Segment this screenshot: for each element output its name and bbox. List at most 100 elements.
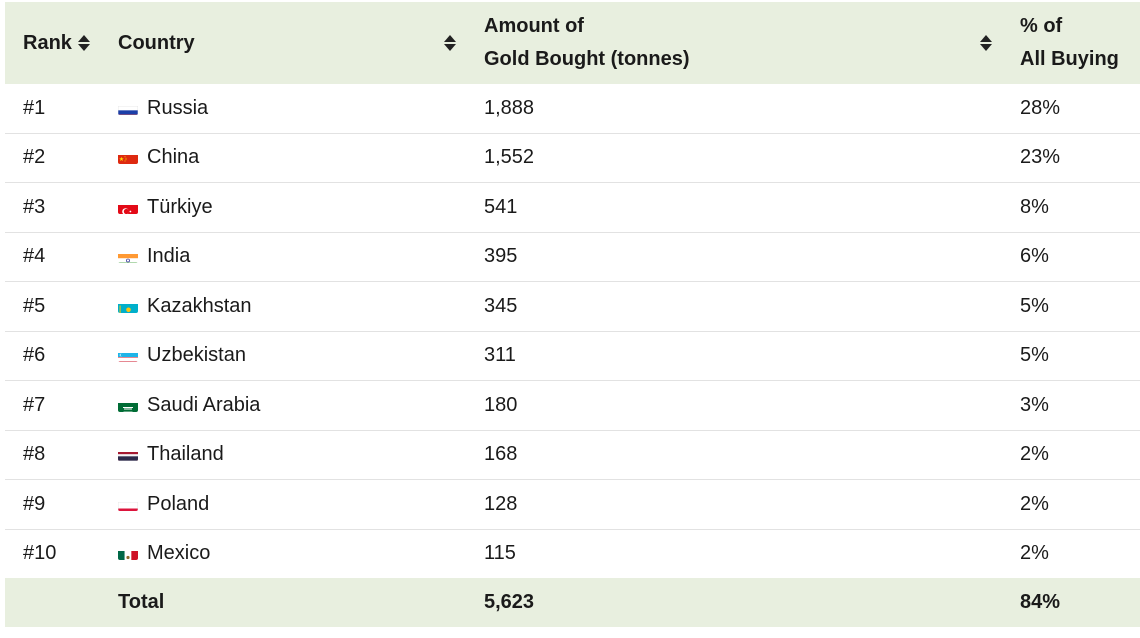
mexico-flag-icon	[118, 547, 138, 561]
country-name: Kazakhstan	[147, 294, 252, 317]
amount-cell: 345	[466, 281, 1002, 332]
rank-cell: #3	[5, 182, 100, 233]
country-cell: Thailand	[100, 430, 466, 480]
country-name: China	[147, 146, 200, 169]
poland-flag-icon	[118, 498, 138, 511]
rank-cell: #6	[5, 331, 100, 381]
total-percent: 84%	[1002, 578, 1140, 627]
sort-icon[interactable]	[444, 34, 456, 52]
column-header-amount-line2: Gold Bought (tonnes)	[484, 48, 690, 70]
rank-cell: #8	[5, 430, 100, 480]
thailand-flag-icon	[118, 448, 138, 462]
column-header-country-label: Country	[118, 31, 195, 54]
amount-cell: 168	[466, 430, 1002, 480]
country-name: Poland	[147, 492, 210, 515]
saudi-arabia-flag-icon	[118, 399, 138, 412]
country-name: India	[147, 245, 191, 268]
country-name: Mexico	[147, 542, 211, 565]
amount-cell: 128	[466, 479, 1002, 530]
percent-cell: 2%	[1002, 479, 1140, 530]
country-cell-content: Mexico	[118, 542, 466, 565]
column-header-rank-label: Rank	[23, 31, 72, 54]
country-name: Saudi Arabia	[147, 393, 261, 416]
russia-flag-icon	[118, 102, 138, 115]
amount-cell: 1,552	[466, 133, 1002, 183]
country-cell: Türkiye	[100, 182, 466, 233]
column-header-amount[interactable]: Amount of Gold Bought (tonnes)	[466, 2, 1002, 84]
kazakhstan-flag-icon	[118, 300, 138, 313]
table-row: #6 Uzbekistan 311 5%	[5, 331, 1140, 381]
india-flag-icon	[118, 250, 138, 264]
sort-icon[interactable]	[980, 34, 992, 52]
country-cell: Russia	[100, 84, 466, 134]
percent-cell: 28%	[1002, 84, 1140, 134]
country-cell: China	[100, 133, 466, 183]
gold-buying-table-container: Rank Country Amount of Gold Bought (tonn…	[5, 2, 1140, 627]
country-cell-content: Poland	[118, 493, 466, 516]
country-cell-content: Thailand	[118, 443, 466, 466]
country-cell: Saudi Arabia	[100, 380, 466, 431]
percent-cell: 5%	[1002, 281, 1140, 332]
percent-cell: 23%	[1002, 133, 1140, 183]
country-name: Türkiye	[147, 195, 213, 218]
column-header-amount-line1: Amount of	[484, 15, 584, 37]
table-row: #3 Türkiye 541 8%	[5, 182, 1140, 233]
country-cell-content: Saudi Arabia	[118, 394, 466, 417]
country-cell: Poland	[100, 479, 466, 530]
rank-cell: #5	[5, 281, 100, 332]
country-cell-content: Russia	[118, 97, 466, 120]
table-row: #5 Kazakhstan 345 5%	[5, 281, 1140, 332]
rank-cell: #1	[5, 84, 100, 134]
country-name: Thailand	[147, 443, 224, 466]
table-row: #4 India 395 6%	[5, 232, 1140, 282]
column-header-rank[interactable]: Rank	[5, 2, 100, 84]
table-row: #8 Thailand 168 2%	[5, 430, 1140, 480]
country-name: Uzbekistan	[147, 344, 246, 367]
table-footer: Total 5,623 84%	[5, 578, 1140, 627]
rank-cell: #9	[5, 479, 100, 530]
country-cell: India	[100, 232, 466, 282]
table-header: Rank Country Amount of Gold Bought (tonn…	[5, 2, 1140, 84]
china-flag-icon	[118, 151, 138, 165]
percent-cell: 8%	[1002, 182, 1140, 233]
country-cell-content: China	[118, 146, 466, 169]
amount-cell: 395	[466, 232, 1002, 282]
rank-cell: #10	[23, 542, 57, 565]
country-cell-content: Türkiye	[118, 196, 466, 219]
country-name: Russia	[147, 96, 209, 119]
rank-cell: #7	[5, 380, 100, 431]
country-cell: Uzbekistan	[100, 331, 466, 381]
column-header-percent-line1: % of	[1020, 15, 1063, 37]
column-header-percent-line2: All Buying	[1020, 48, 1119, 70]
amount-cell: 1,888	[466, 84, 1002, 134]
amount-cell: 311	[466, 331, 1002, 381]
total-rank-cell	[5, 578, 100, 627]
amount-cell: 115	[484, 542, 516, 565]
table-row: #1 Russia 1,888 28%	[5, 84, 1140, 134]
amount-cell: 180	[466, 380, 1002, 431]
gold-buying-table: Rank Country Amount of Gold Bought (tonn…	[5, 2, 1140, 627]
total-amount: 5,623	[466, 578, 1002, 627]
percent-cell: 6%	[1002, 232, 1140, 282]
percent-cell: 2%	[1002, 430, 1140, 480]
table-row: #9 Poland 128 2%	[5, 479, 1140, 530]
column-header-percent[interactable]: % of All Buying	[1002, 2, 1140, 84]
table-row: #2 China 1,552 23%	[5, 133, 1140, 183]
total-label: Total	[100, 578, 466, 627]
country-cell: Mexico	[100, 529, 466, 578]
column-header-country[interactable]: Country	[100, 2, 466, 84]
percent-cell: 5%	[1002, 331, 1140, 381]
total-row: Total 5,623 84%	[5, 578, 1140, 627]
country-cell-content: Kazakhstan	[118, 295, 466, 318]
table-row: #10 Mexico 115 2%	[5, 529, 1140, 578]
turkiye-flag-icon	[118, 201, 138, 214]
sort-icon[interactable]	[77, 34, 90, 52]
percent-cell: 3%	[1002, 380, 1140, 431]
percent-cell: 2%	[1020, 542, 1049, 565]
country-cell: Kazakhstan	[100, 281, 466, 332]
country-cell-content: India	[118, 245, 466, 268]
amount-cell: 541	[466, 182, 1002, 233]
country-cell-content: Uzbekistan	[118, 344, 466, 367]
header-row: Rank Country Amount of Gold Bought (tonn…	[5, 2, 1140, 84]
uzbekistan-flag-icon	[118, 349, 138, 363]
